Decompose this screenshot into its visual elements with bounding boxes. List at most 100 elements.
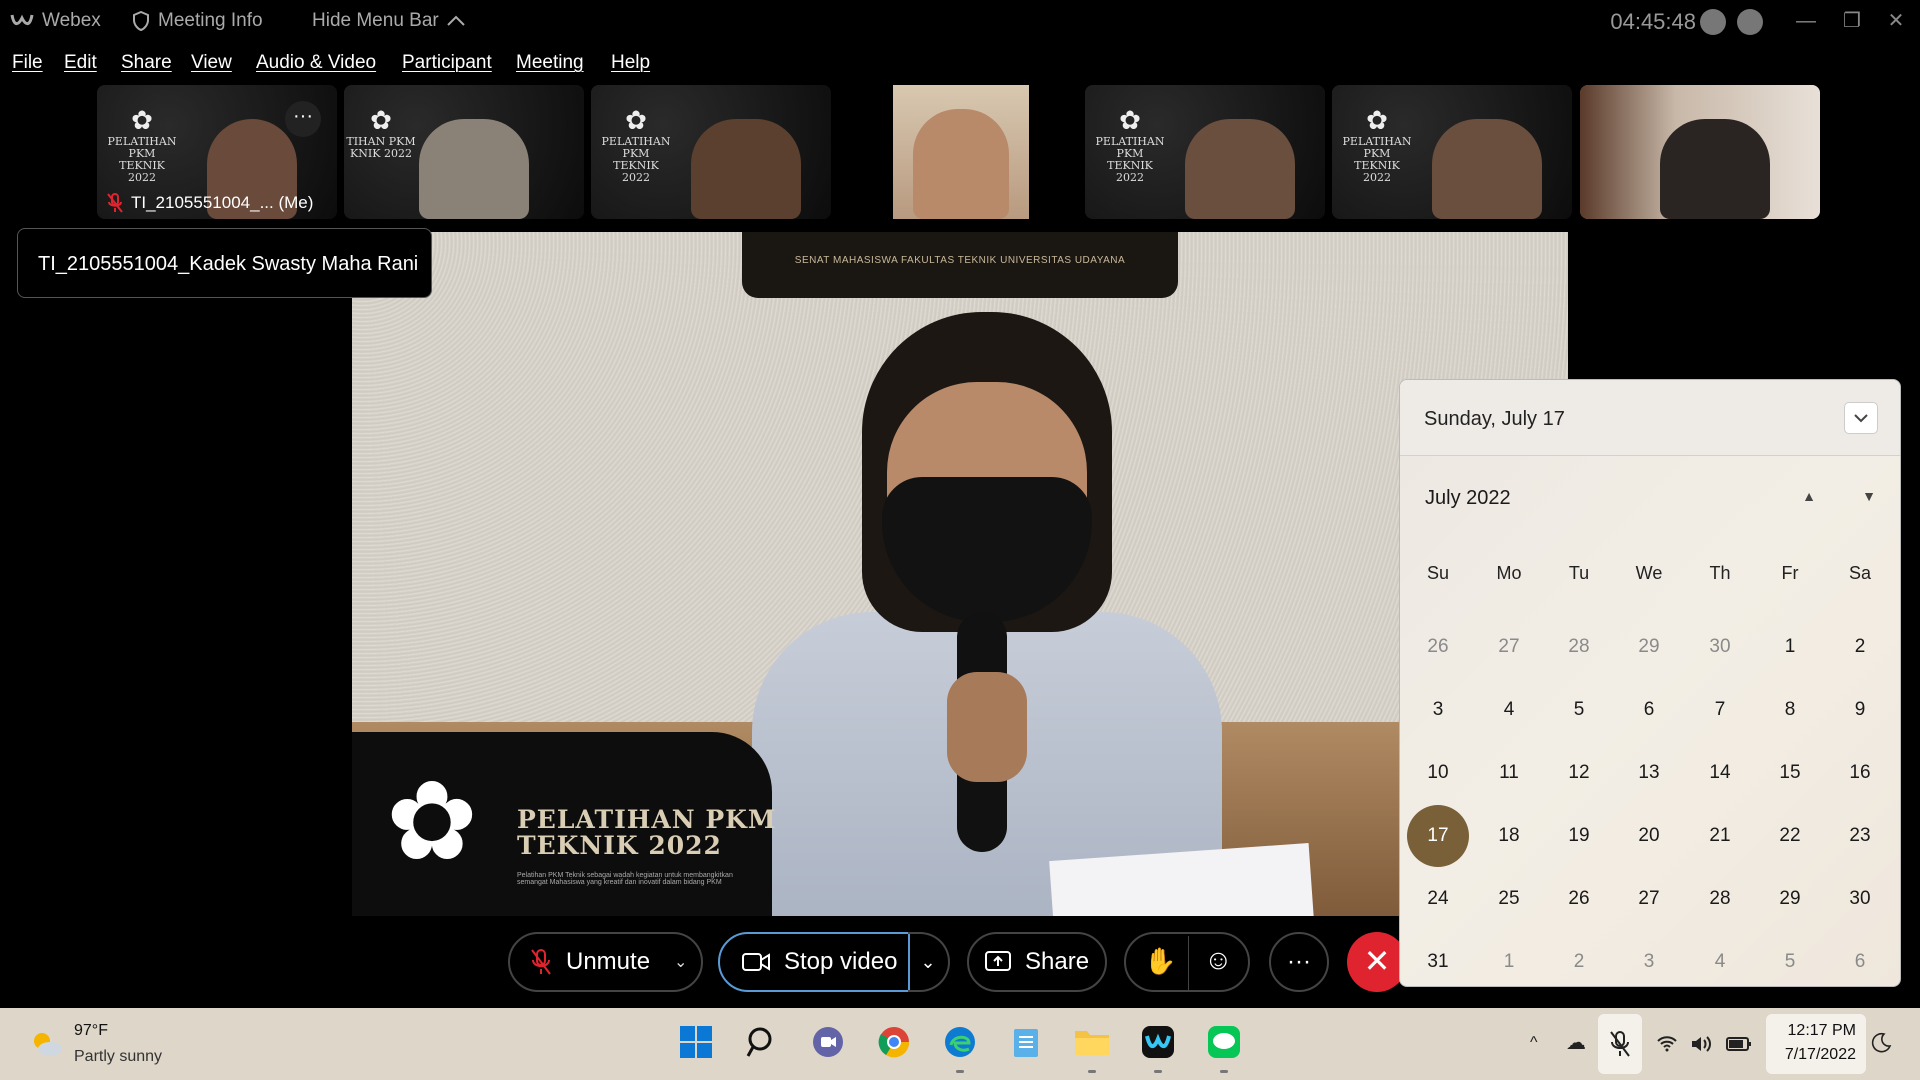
meeting-info-button[interactable]: Meeting Info — [132, 10, 263, 32]
calendar-day[interactable]: 24 — [1407, 868, 1469, 930]
calendar-day[interactable]: 30 — [1689, 616, 1751, 678]
calendar-day[interactable]: 1 — [1478, 931, 1540, 986]
calendar-day[interactable]: 13 — [1618, 742, 1680, 804]
battery-icon[interactable] — [1726, 1036, 1752, 1052]
calendar-day[interactable]: 7 — [1689, 679, 1751, 741]
calendar-day[interactable]: 25 — [1478, 868, 1540, 930]
menu-view[interactable]: View — [191, 52, 232, 74]
edge-icon[interactable] — [940, 1022, 980, 1062]
thumbnail-participant-7[interactable] — [1580, 85, 1820, 219]
calendar-day[interactable]: 10 — [1407, 742, 1469, 804]
thumbnail-participant-3[interactable]: ✿ PELATIHAN PKM TEKNIK 2022 — [591, 85, 831, 219]
calendar-day-selected[interactable]: 17 — [1407, 805, 1469, 867]
calendar-day[interactable]: 19 — [1548, 805, 1610, 867]
thumbnail-participant-2[interactable]: ✿ TIHAN PKM KNIK 2022 — [344, 85, 584, 219]
share-button[interactable]: Share — [967, 932, 1107, 992]
more-options-button[interactable]: ··· — [285, 101, 321, 137]
webex-icon[interactable] — [1138, 1022, 1178, 1062]
reactions-icon[interactable]: ☺ — [1204, 944, 1233, 976]
calendar-day[interactable]: 4 — [1478, 679, 1540, 741]
network-stats-icon[interactable] — [1737, 9, 1763, 35]
calendar-day[interactable]: 27 — [1478, 616, 1540, 678]
stop-video-button[interactable]: Stop video — [718, 932, 910, 992]
previous-month-icon[interactable]: ▲ — [1802, 488, 1816, 504]
audio-connection-icon[interactable] — [1700, 9, 1726, 35]
teams-chat-icon[interactable] — [808, 1022, 848, 1062]
calendar-day[interactable]: 26 — [1548, 868, 1610, 930]
calendar-day[interactable]: 22 — [1759, 805, 1821, 867]
calendar-day[interactable]: 29 — [1618, 616, 1680, 678]
thumbnail-participant-4[interactable] — [838, 85, 1078, 219]
collapse-calendar-button[interactable] — [1844, 402, 1878, 434]
partly-sunny-icon[interactable] — [28, 1028, 64, 1058]
calendar-day[interactable]: 26 — [1407, 616, 1469, 678]
calendar-day[interactable]: 30 — [1829, 868, 1891, 930]
weather-temperature[interactable]: 97°F — [74, 1022, 108, 1040]
calendar-day[interactable]: 1 — [1759, 616, 1821, 678]
search-icon[interactable] — [742, 1022, 782, 1062]
file-explorer-icon[interactable] — [1072, 1022, 1112, 1062]
calendar-day[interactable]: 31 — [1407, 931, 1469, 986]
calendar-day[interactable]: 4 — [1689, 931, 1751, 986]
calendar-day[interactable]: 20 — [1618, 805, 1680, 867]
next-month-icon[interactable]: ▼ — [1862, 488, 1876, 504]
chevron-down-icon[interactable]: ⌄ — [674, 952, 687, 972]
close-window-button[interactable]: ✕ — [1876, 6, 1916, 36]
chrome-icon[interactable] — [874, 1022, 914, 1062]
calendar-day[interactable]: 5 — [1548, 679, 1610, 741]
calendar-day[interactable]: 18 — [1478, 805, 1540, 867]
active-speaker-video[interactable]: SENAT MAHASISWA FAKULTAS TEKNIK UNIVERSI… — [352, 232, 1568, 916]
notepad-icon[interactable] — [1006, 1022, 1046, 1062]
minimize-button[interactable]: — — [1786, 6, 1826, 36]
restore-button[interactable]: ❐ — [1832, 6, 1872, 36]
microphone-tray-button[interactable] — [1598, 1014, 1642, 1074]
participant-face — [1660, 119, 1770, 219]
thumbnail-participant-5[interactable]: ✿ PELATIHAN PKM TEKNIK 2022 — [1085, 85, 1325, 219]
calendar-day[interactable]: 27 — [1618, 868, 1680, 930]
calendar-day[interactable]: 28 — [1689, 868, 1751, 930]
start-icon[interactable] — [676, 1022, 716, 1062]
weather-condition[interactable]: Partly sunny — [74, 1048, 162, 1066]
calendar-day[interactable]: 2 — [1829, 616, 1891, 678]
thumbnail-self[interactable]: ✿ PELATIHAN PKM TEKNIK 2022 ··· TI_210555… — [97, 85, 337, 219]
pkm-logo: ✿ PELATIHAN PKM TEKNIK 2022 — [1342, 106, 1412, 184]
chevron-up-icon[interactable]: ^ — [1530, 1034, 1538, 1052]
raise-hand-icon[interactable]: ✋ — [1144, 946, 1176, 977]
calendar-day[interactable]: 3 — [1407, 679, 1469, 741]
calendar-day[interactable]: 6 — [1618, 679, 1680, 741]
volume-icon[interactable] — [1690, 1034, 1714, 1054]
calendar-day[interactable]: 29 — [1759, 868, 1821, 930]
onedrive-icon[interactable]: ☁ — [1566, 1030, 1586, 1055]
menu-participant[interactable]: Participant — [402, 52, 492, 74]
calendar-day[interactable]: 15 — [1759, 742, 1821, 804]
calendar-day[interactable]: 8 — [1759, 679, 1821, 741]
menu-meeting[interactable]: Meeting — [516, 52, 584, 74]
menu-help[interactable]: Help — [611, 52, 650, 74]
leave-meeting-button[interactable]: ✕ — [1347, 932, 1407, 992]
unmute-button[interactable]: Unmute ⌄ — [508, 932, 703, 992]
wifi-icon[interactable] — [1656, 1034, 1678, 1052]
more-options-button[interactable]: ··· — [1269, 932, 1329, 992]
calendar-day[interactable]: 3 — [1618, 931, 1680, 986]
menu-edit[interactable]: Edit — [64, 52, 97, 74]
calendar-day[interactable]: 6 — [1829, 931, 1891, 986]
menu-share[interactable]: Share — [121, 52, 172, 74]
calendar-day[interactable]: 23 — [1829, 805, 1891, 867]
calendar-day[interactable]: 11 — [1478, 742, 1540, 804]
calendar-month-label[interactable]: July 2022 — [1425, 487, 1511, 510]
calendar-day[interactable]: 14 — [1689, 742, 1751, 804]
calendar-day[interactable]: 28 — [1548, 616, 1610, 678]
calendar-day[interactable]: 2 — [1548, 931, 1610, 986]
calendar-day[interactable]: 5 — [1759, 931, 1821, 986]
calendar-day[interactable]: 12 — [1548, 742, 1610, 804]
video-options-chevron-icon[interactable]: ⌄ — [908, 932, 950, 992]
calendar-day[interactable]: 9 — [1829, 679, 1891, 741]
calendar-day[interactable]: 21 — [1689, 805, 1751, 867]
focus-moon-icon[interactable] — [1870, 1032, 1892, 1054]
menu-audio-video[interactable]: Audio & Video — [256, 52, 376, 74]
calendar-day[interactable]: 16 — [1829, 742, 1891, 804]
hide-menu-bar-button[interactable]: Hide Menu Bar — [312, 10, 465, 32]
menu-file[interactable]: File — [12, 52, 43, 74]
thumbnail-participant-6[interactable]: ✿ PELATIHAN PKM TEKNIK 2022 — [1332, 85, 1572, 219]
line-icon[interactable] — [1204, 1022, 1244, 1062]
